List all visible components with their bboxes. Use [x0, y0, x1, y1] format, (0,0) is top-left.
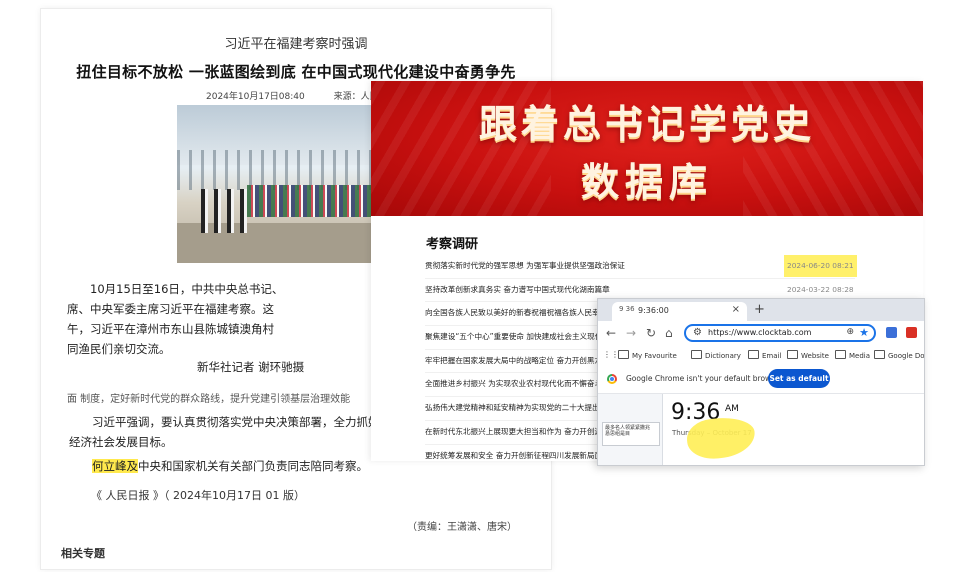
- bookmark-label: Dictionary: [705, 352, 741, 360]
- section-title: 考察调研: [426, 237, 479, 252]
- article-body-line: 午，习近平在漳州市东山县陈城镇澳角村: [67, 322, 274, 336]
- sidebar-text: 恳思组是目: [605, 431, 631, 437]
- clock-favicon-icon: 9 36: [619, 305, 635, 313]
- folder-icon: [618, 350, 629, 359]
- article-date: 2024年10月17日08:40: [206, 92, 305, 102]
- extension-icon[interactable]: [886, 327, 897, 338]
- database-banner: 跟着总书记学党史 数据库: [371, 81, 923, 216]
- tab-clocktab[interactable]: 9 36 9:36:00 ×: [612, 302, 747, 321]
- address-bar[interactable]: ⚙ https://www.clocktab.com ⊕ ★: [684, 324, 876, 342]
- folder-icon: [835, 350, 846, 359]
- paper-source: 《 人民日报 》（ 2024年10月17日 01 版）: [91, 489, 305, 502]
- photo-crowd: [247, 185, 387, 217]
- bookmark-label: My Favourite: [632, 352, 677, 360]
- bookmark-my-favourite[interactable]: My Favourite: [618, 350, 677, 360]
- page-sidebar: 最多名人领紧紧撒兆 恳思组是目: [598, 394, 663, 465]
- bookmark-google-docs[interactable]: Google Docs: [874, 350, 925, 360]
- article-kicker: 习近平在福建考察时强调: [224, 37, 368, 52]
- clocktab-page: 最多名人领紧紧撒兆恳思组是目 9:36 AM Thursday – Octobe…: [598, 394, 924, 465]
- photo-credit: 新华社记者 谢环驰摄: [197, 360, 305, 374]
- article-cut-line: 面 制度，定好新时代党的群众路线，提升党建引领基层治理效能: [67, 394, 351, 405]
- chrome-logo-icon: [607, 374, 617, 384]
- article-text: 习近平强调，要认真贯彻落实党中央决策部署，全力抓好第四: [69, 415, 403, 429]
- bookmark-media[interactable]: Media: [835, 350, 870, 360]
- article-text: 经济社会发展目标。: [69, 435, 173, 449]
- home-icon[interactable]: ⌂: [665, 326, 673, 340]
- article-body-line: 10月15日至16日，中共中央总书记、: [67, 282, 284, 296]
- new-tab-button[interactable]: +: [754, 302, 765, 317]
- tune-icon[interactable]: ⚙: [693, 327, 702, 338]
- bookmark-label: Email: [762, 352, 782, 360]
- article-body-line: 席、中央军委主席习近平在福建考察。这: [67, 302, 274, 316]
- news-title[interactable]: 在新时代东北振兴上展现更大担当和作为 奋力开创辽宁: [425, 427, 610, 436]
- pdf-extension-icon[interactable]: [906, 327, 917, 338]
- folder-icon: [748, 350, 759, 359]
- news-title[interactable]: 牢牢把握在国家发展大局中的战略定位 奋力开创黑龙江: [425, 356, 610, 365]
- photo-leaders: [201, 189, 247, 233]
- bookmark-label: Media: [849, 352, 871, 360]
- bookmark-email[interactable]: Email: [748, 350, 781, 360]
- highlighted-name: 何立峰及: [92, 459, 138, 473]
- bookmarks-bar: ⋮⋮ My Favourite Dictionary Email Website…: [598, 347, 924, 366]
- news-title[interactable]: 坚持改革创新求真务实 奋力谱写中国式现代化湖南篇章: [425, 285, 610, 294]
- news-title[interactable]: 向全国各族人民致以美好的新春祝福祝福各族人民幸福安康: [425, 308, 622, 317]
- default-browser-infobar: Google Chrome isn't your default browser…: [598, 365, 924, 394]
- article-body-line: 同渔民们亲切交流。: [67, 342, 171, 356]
- folder-icon: [787, 350, 798, 359]
- chrome-window: 9 36 9:36:00 × + ← → ↻ ⌂ ⚙ https://www.c…: [597, 298, 925, 466]
- article-editor: （责编：王潇潇、唐宋）: [407, 522, 517, 533]
- article-title: 扭住目标不放松 一张蓝图绘到底 在中国式现代化建设中奋勇争先: [76, 63, 516, 81]
- article-text: 中央和国家机关有关部门负责同志陪同考察。: [138, 459, 368, 473]
- forward-arrow-icon[interactable]: →: [626, 326, 636, 340]
- bookmark-dictionary[interactable]: Dictionary: [691, 350, 741, 360]
- sidebar-card-text: 最多名人领紧紧撒兆 恳思组是目: [603, 423, 659, 439]
- browser-toolbar: ← → ↻ ⌂ ⚙ https://www.clocktab.com ⊕ ★: [598, 321, 924, 347]
- banner-title: 跟着总书记学党史: [478, 102, 815, 146]
- clock-ampm: AM: [725, 404, 739, 414]
- news-date: 2024-06-20 08:21: [784, 255, 857, 277]
- news-title[interactable]: 聚焦建设“五个中心”重要使命 加快建成社会主义现代化: [425, 332, 610, 341]
- folder-icon: [874, 350, 885, 359]
- apps-grid-icon[interactable]: ⋮⋮: [603, 350, 619, 359]
- article-body: 10月15日至16日，中共中央总书记、 席、中央军委主席习近平在福建考察。这 午…: [67, 279, 387, 359]
- news-title[interactable]: 更好统筹发展和安全 奋力开创新征程四川发展新局面: [425, 451, 602, 460]
- news-list-item[interactable]: 贯彻落实新时代党的强军思想 为强军事业提供坚强政治保证 2024-06-20 08…: [425, 255, 857, 279]
- news-title[interactable]: 贯彻落实新时代党的强军思想 为强军事业提供坚强政治保证: [425, 261, 625, 270]
- star-icon[interactable]: ★: [859, 326, 869, 339]
- bookmark-label: Google Docs: [888, 352, 925, 360]
- infobar-text: Google Chrome isn't your default browser: [626, 374, 783, 383]
- banner-subtitle: 数据库: [580, 160, 713, 204]
- sidebar-card[interactable]: 最多名人领紧紧撒兆 恳思组是目: [602, 422, 660, 446]
- zoom-icon[interactable]: ⊕: [846, 327, 854, 337]
- tab-title: 9:36:00: [638, 306, 669, 315]
- set-as-default-button[interactable]: Set as default: [768, 369, 830, 388]
- article-photo: [177, 105, 391, 263]
- folder-icon: [691, 350, 702, 359]
- photo-boats: [177, 150, 391, 190]
- news-title[interactable]: 弘扬伟大建党精神和延安精神为实现党的二十大提出的: [425, 403, 607, 412]
- close-tab-icon[interactable]: ×: [732, 304, 740, 315]
- related-topics-link[interactable]: 相关专题: [61, 545, 105, 561]
- back-arrow-icon[interactable]: ←: [606, 326, 616, 340]
- news-title[interactable]: 全面推进乡村振兴 为实现农业农村现代化而不懈奋斗: [425, 379, 602, 388]
- reload-icon[interactable]: ↻: [646, 326, 656, 340]
- url-text[interactable]: https://www.clocktab.com: [708, 328, 811, 337]
- tab-bar: 9 36 9:36:00 × +: [598, 299, 924, 321]
- bookmark-website[interactable]: Website: [787, 350, 829, 360]
- bookmark-label: Website: [801, 352, 829, 360]
